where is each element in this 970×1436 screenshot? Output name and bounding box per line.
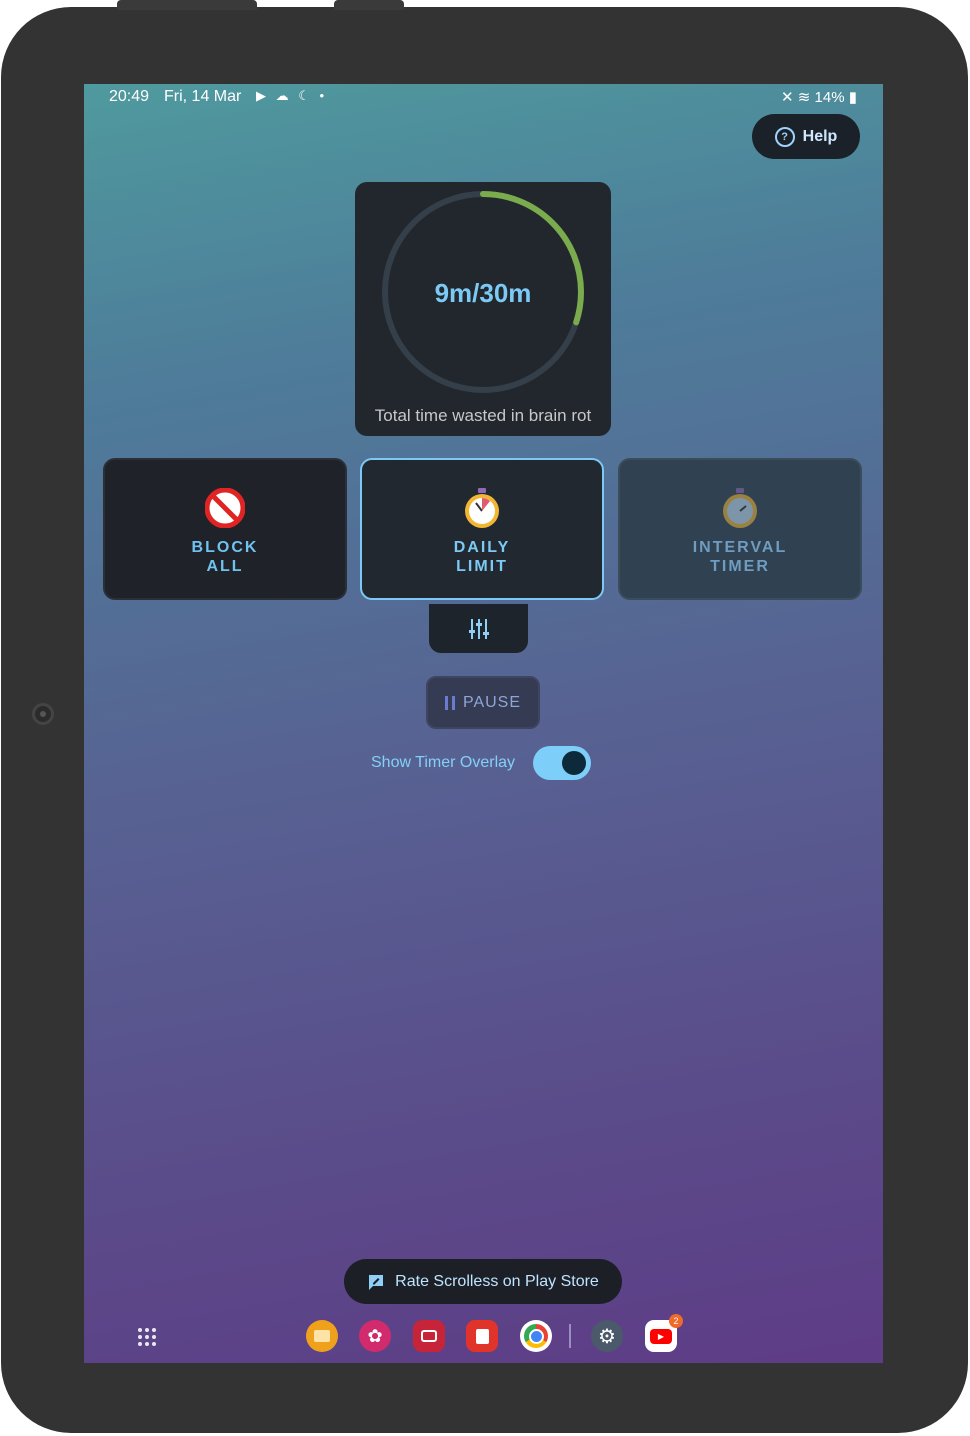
camera-icon[interactable]: [413, 1320, 445, 1352]
battery-icon: ▮: [848, 89, 857, 106]
moon-icon: ☾: [298, 88, 313, 103]
screen: 20:49 Fri, 14 Mar ▶ ☁ ☾ • ✕ ≋ 14% ▮ ? He…: [84, 84, 883, 1363]
chrome-icon[interactable]: [520, 1320, 552, 1352]
pause-button[interactable]: PAUSE: [426, 676, 540, 729]
youtube-icon[interactable]: ▶ 2: [645, 1314, 683, 1352]
wifi-icon: ≋: [797, 89, 811, 106]
status-time: 20:49: [109, 88, 150, 105]
taskbar: ✿ ⚙ ▶ 2: [84, 1314, 883, 1358]
battery-percent: 14%: [814, 89, 845, 106]
mode-block-all[interactable]: BLOCK ALL: [103, 458, 347, 600]
front-camera: [32, 703, 54, 725]
mode-label-line2: LIMIT: [456, 558, 508, 575]
power-button: [334, 0, 404, 10]
timer-card: 9m/30m Total time wasted in brain rot: [355, 182, 611, 436]
limit-settings-button[interactable]: [429, 604, 528, 653]
rate-label: Rate Scrolless on Play Store: [395, 1272, 599, 1290]
volume-button: [117, 0, 257, 10]
app-drawer-icon[interactable]: [138, 1328, 156, 1346]
overlay-toggle-switch[interactable]: [533, 746, 592, 780]
youtube-icon: ▶: [256, 88, 269, 103]
mode-label-line1: INTERVAL: [692, 539, 788, 556]
timer-value: 9m/30m: [434, 278, 532, 308]
help-icon: ?: [774, 126, 795, 147]
cloud-icon: ☁: [275, 88, 292, 103]
sliders-icon: [468, 618, 489, 639]
mode-interval-timer[interactable]: INTERVAL TIMER: [618, 458, 862, 600]
toggle-knob: [562, 751, 587, 775]
prohibited-icon: [105, 486, 345, 530]
notification-badge: 2: [669, 1314, 683, 1328]
overlay-toggle-label: Show Timer Overlay: [371, 754, 516, 771]
mode-label-line1: DAILY: [453, 539, 511, 556]
rate-review-icon: [369, 1274, 384, 1290]
mute-icon: ✕: [781, 89, 794, 106]
settings-icon[interactable]: ⚙: [591, 1320, 623, 1352]
dot-icon: •: [319, 88, 328, 103]
gallery-icon[interactable]: ✿: [359, 1320, 391, 1352]
mode-daily-limit[interactable]: DAILY LIMIT: [360, 458, 604, 600]
my-files-icon[interactable]: [306, 1320, 338, 1352]
mode-label-line1: BLOCK: [191, 539, 259, 556]
status-bar: 20:49 Fri, 14 Mar ▶ ☁ ☾ • ✕ ≋ 14% ▮: [84, 84, 883, 110]
help-label: Help: [802, 127, 838, 145]
mode-label-line2: ALL: [206, 558, 244, 575]
stopwatch-icon: [620, 486, 860, 530]
timer-caption: Total time wasted in brain rot: [374, 406, 592, 425]
mode-label-line2: TIMER: [710, 558, 770, 575]
help-button[interactable]: ? Help: [752, 114, 860, 159]
notes-icon[interactable]: [466, 1320, 498, 1352]
stopwatch-icon: [362, 486, 602, 530]
timer-ring: [382, 191, 584, 393]
rate-app-button[interactable]: Rate Scrolless on Play Store: [344, 1259, 622, 1304]
pause-label: PAUSE: [462, 693, 522, 711]
status-date: Fri, 14 Mar: [164, 88, 242, 105]
notification-icons: ▶ ☁ ☾ •: [256, 88, 327, 104]
status-right: ✕ ≋ 14% ▮: [781, 88, 857, 106]
taskbar-divider: [569, 1324, 571, 1348]
timer-overlay-row: Show Timer Overlay: [371, 745, 592, 781]
pause-icon: [444, 695, 455, 710]
